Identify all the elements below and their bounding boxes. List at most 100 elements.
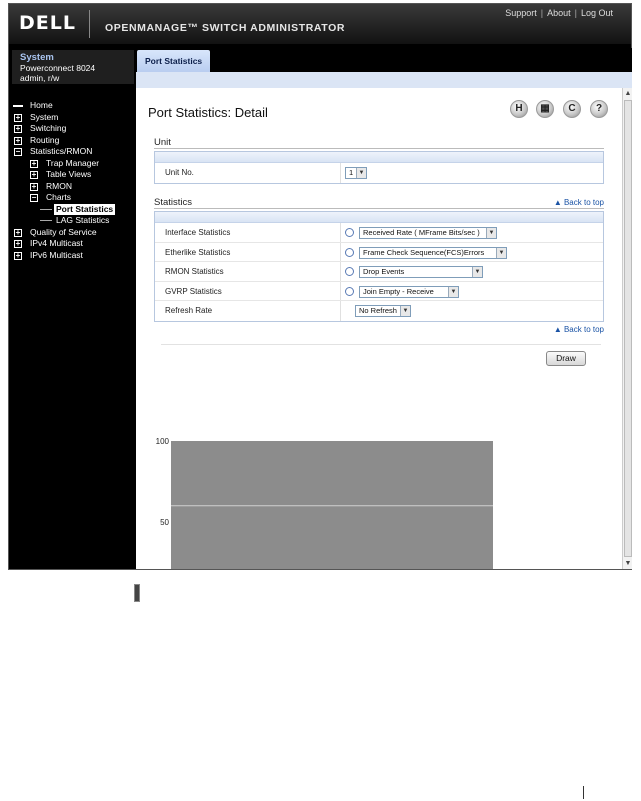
stat-select[interactable]: Join Empty - Receive ▼ (359, 285, 459, 298)
expand-icon[interactable]: + (14, 251, 22, 260)
stat-row: RMON Statistics Drop Events ▼ (155, 262, 603, 282)
chevron-down-icon: ▼ (400, 306, 410, 316)
expand-icon[interactable]: + (14, 228, 22, 237)
chevron-down-icon: ▼ (472, 267, 482, 277)
collapse-icon[interactable]: − (30, 194, 38, 202)
tree-item-quality-of-service[interactable]: + Quality of Service (12, 227, 132, 239)
stat-select[interactable]: Received Rate ( MFrame Bits/sec ) ▼ (359, 227, 497, 239)
system-info: System Powerconnect 8024 admin, r/w (12, 50, 134, 84)
about-link[interactable]: About (547, 8, 571, 18)
page-title: Port Statistics: Detail (148, 105, 268, 120)
tree-item-charts[interactable]: − Charts (12, 192, 132, 204)
back-to-top-link-2[interactable]: ▲ Back to top (554, 325, 604, 334)
tree-item-system[interactable]: + System (12, 112, 132, 124)
chart-plot-area (171, 441, 493, 569)
refresh-icon[interactable]: C (563, 100, 581, 118)
tree-branch-line (40, 220, 52, 221)
back-to-top-link[interactable]: ▲ Back to top (554, 198, 604, 207)
chevron-down-icon: ▼ (486, 228, 496, 238)
statistics-panel: Interface Statistics Received Rate ( MFra… (154, 211, 604, 322)
tree-item-table-views[interactable]: + Table Views (12, 169, 132, 181)
print-icon[interactable]: ▦ (536, 100, 554, 118)
expand-icon[interactable]: + (30, 159, 38, 168)
statistics-divider (154, 208, 604, 209)
top-banner: DELL OPENMANAGE™ SWITCH ADMINISTRATOR Su… (9, 4, 631, 44)
expand-icon[interactable]: + (30, 171, 38, 179)
main-panel: Port Statistics Port Statistics: Detail … (136, 48, 632, 569)
stat-select[interactable]: No Refresh ▼ (355, 305, 411, 317)
chevron-down-icon: ▼ (356, 168, 366, 178)
top-links: Support | About | Log Out (505, 8, 613, 18)
unit-no-select[interactable]: 1 ▼ (345, 167, 367, 179)
port-statistics-chart: 050100Gi1Gi2Gi3Gi4Gi5Gi6Gi7Gi8Gi9Gi10Gi1… (156, 437, 493, 569)
chart-y-tick-label: 100 (156, 437, 170, 446)
scroll-thumb[interactable] (624, 100, 632, 557)
expand-icon[interactable]: + (14, 125, 22, 133)
tree-item-ipv6-multicast[interactable]: + IPv6 Multicast (12, 250, 132, 262)
scroll-up-icon[interactable]: ▲ (624, 89, 632, 98)
page-margin-mark (583, 786, 584, 799)
expand-icon[interactable]: + (14, 136, 22, 145)
system-model: Powerconnect 8024 (20, 63, 96, 73)
tree-branch-line (40, 208, 52, 210)
content-area: Port Statistics: Detail H ▦ C ? Unit Uni… (136, 88, 621, 569)
chart-y-tick-label: 50 (160, 518, 169, 527)
tree-item-rmon[interactable]: + RMON (12, 181, 132, 193)
tree-item-routing[interactable]: + Routing (12, 135, 132, 147)
stat-label: RMON Statistics (165, 267, 224, 276)
stat-row: Refresh Rate No Refresh ▼ (155, 301, 603, 321)
tab-band (136, 72, 632, 88)
expand-icon[interactable]: + (14, 240, 22, 248)
stat-label: Etherlike Statistics (165, 247, 231, 257)
sidebar: System Powerconnect 8024 admin, r/w Home… (10, 48, 140, 602)
stat-radio[interactable] (345, 228, 354, 237)
save-icon[interactable]: H (510, 100, 528, 118)
home-icon (13, 105, 23, 107)
tab-bar: Port Statistics (136, 48, 632, 72)
stat-label: Refresh Rate (165, 306, 213, 315)
chevron-down-icon: ▼ (448, 286, 458, 297)
tree-item-switching[interactable]: + Switching (12, 123, 132, 135)
stat-radio[interactable] (345, 286, 354, 296)
unit-no-label: Unit No. (165, 168, 194, 177)
tree-item-trap-manager[interactable]: + Trap Manager (12, 158, 132, 170)
draw-divider (161, 344, 601, 345)
scroll-down-icon[interactable]: ▼ (624, 559, 632, 568)
sidebar-resize-handle[interactable] (134, 584, 140, 602)
vertical-scrollbar[interactable]: ▲ ▼ (622, 88, 632, 569)
tree-item-lag-statistics[interactable]: LAG Statistics (12, 215, 132, 227)
chevron-down-icon: ▼ (496, 247, 506, 258)
stat-select[interactable]: Drop Events ▼ (359, 266, 483, 278)
app-window: DELL OPENMANAGE™ SWITCH ADMINISTRATOR Su… (8, 3, 632, 602)
stat-label: Interface Statistics (165, 228, 231, 237)
support-link[interactable]: Support (505, 8, 537, 18)
banner-divider (89, 10, 90, 38)
statistics-section-label: Statistics (154, 197, 193, 208)
help-icon[interactable]: ? (590, 100, 608, 118)
draw-button[interactable]: Draw (546, 351, 586, 366)
stat-row: GVRP Statistics Join Empty - Receive ▼ (155, 281, 603, 301)
expand-icon[interactable]: + (14, 113, 22, 122)
navigation-tree: Home + System + Switching + Routing − Statistics… (12, 100, 132, 261)
stat-radio[interactable] (345, 247, 354, 257)
product-name: OPENMANAGE™ SWITCH ADMINISTRATOR (105, 22, 346, 34)
system-user: admin, r/w (20, 73, 60, 83)
stat-select[interactable]: Frame Check Sequence(FCS)Errors ▼ (359, 246, 507, 259)
unit-panel: Unit No. 1 ▼ (154, 151, 604, 184)
unit-section-label: Unit (154, 137, 171, 148)
dell-logo: DELL (19, 12, 76, 34)
tree-item-home[interactable]: Home (12, 100, 132, 112)
collapse-icon[interactable]: − (14, 148, 22, 156)
unit-row: Unit No. 1 ▼ (155, 163, 603, 183)
tab-port-statistics[interactable]: Port Statistics (137, 50, 211, 72)
expand-icon[interactable]: + (30, 182, 38, 191)
stat-row: Interface Statistics Received Rate ( MFra… (155, 223, 603, 243)
tree-item-ipv4-multicast[interactable]: + IPv4 Multicast (12, 238, 132, 250)
stat-label: GVRP Statistics (165, 286, 222, 296)
tree-item-port-statistics[interactable]: Port Statistics (12, 203, 132, 215)
unit-divider (154, 148, 604, 149)
logout-link[interactable]: Log Out (581, 8, 613, 18)
stat-radio[interactable] (345, 267, 354, 276)
system-title[interactable]: System (20, 53, 126, 63)
tree-item-statistics-rmon[interactable]: − Statistics/RMON (12, 146, 132, 158)
